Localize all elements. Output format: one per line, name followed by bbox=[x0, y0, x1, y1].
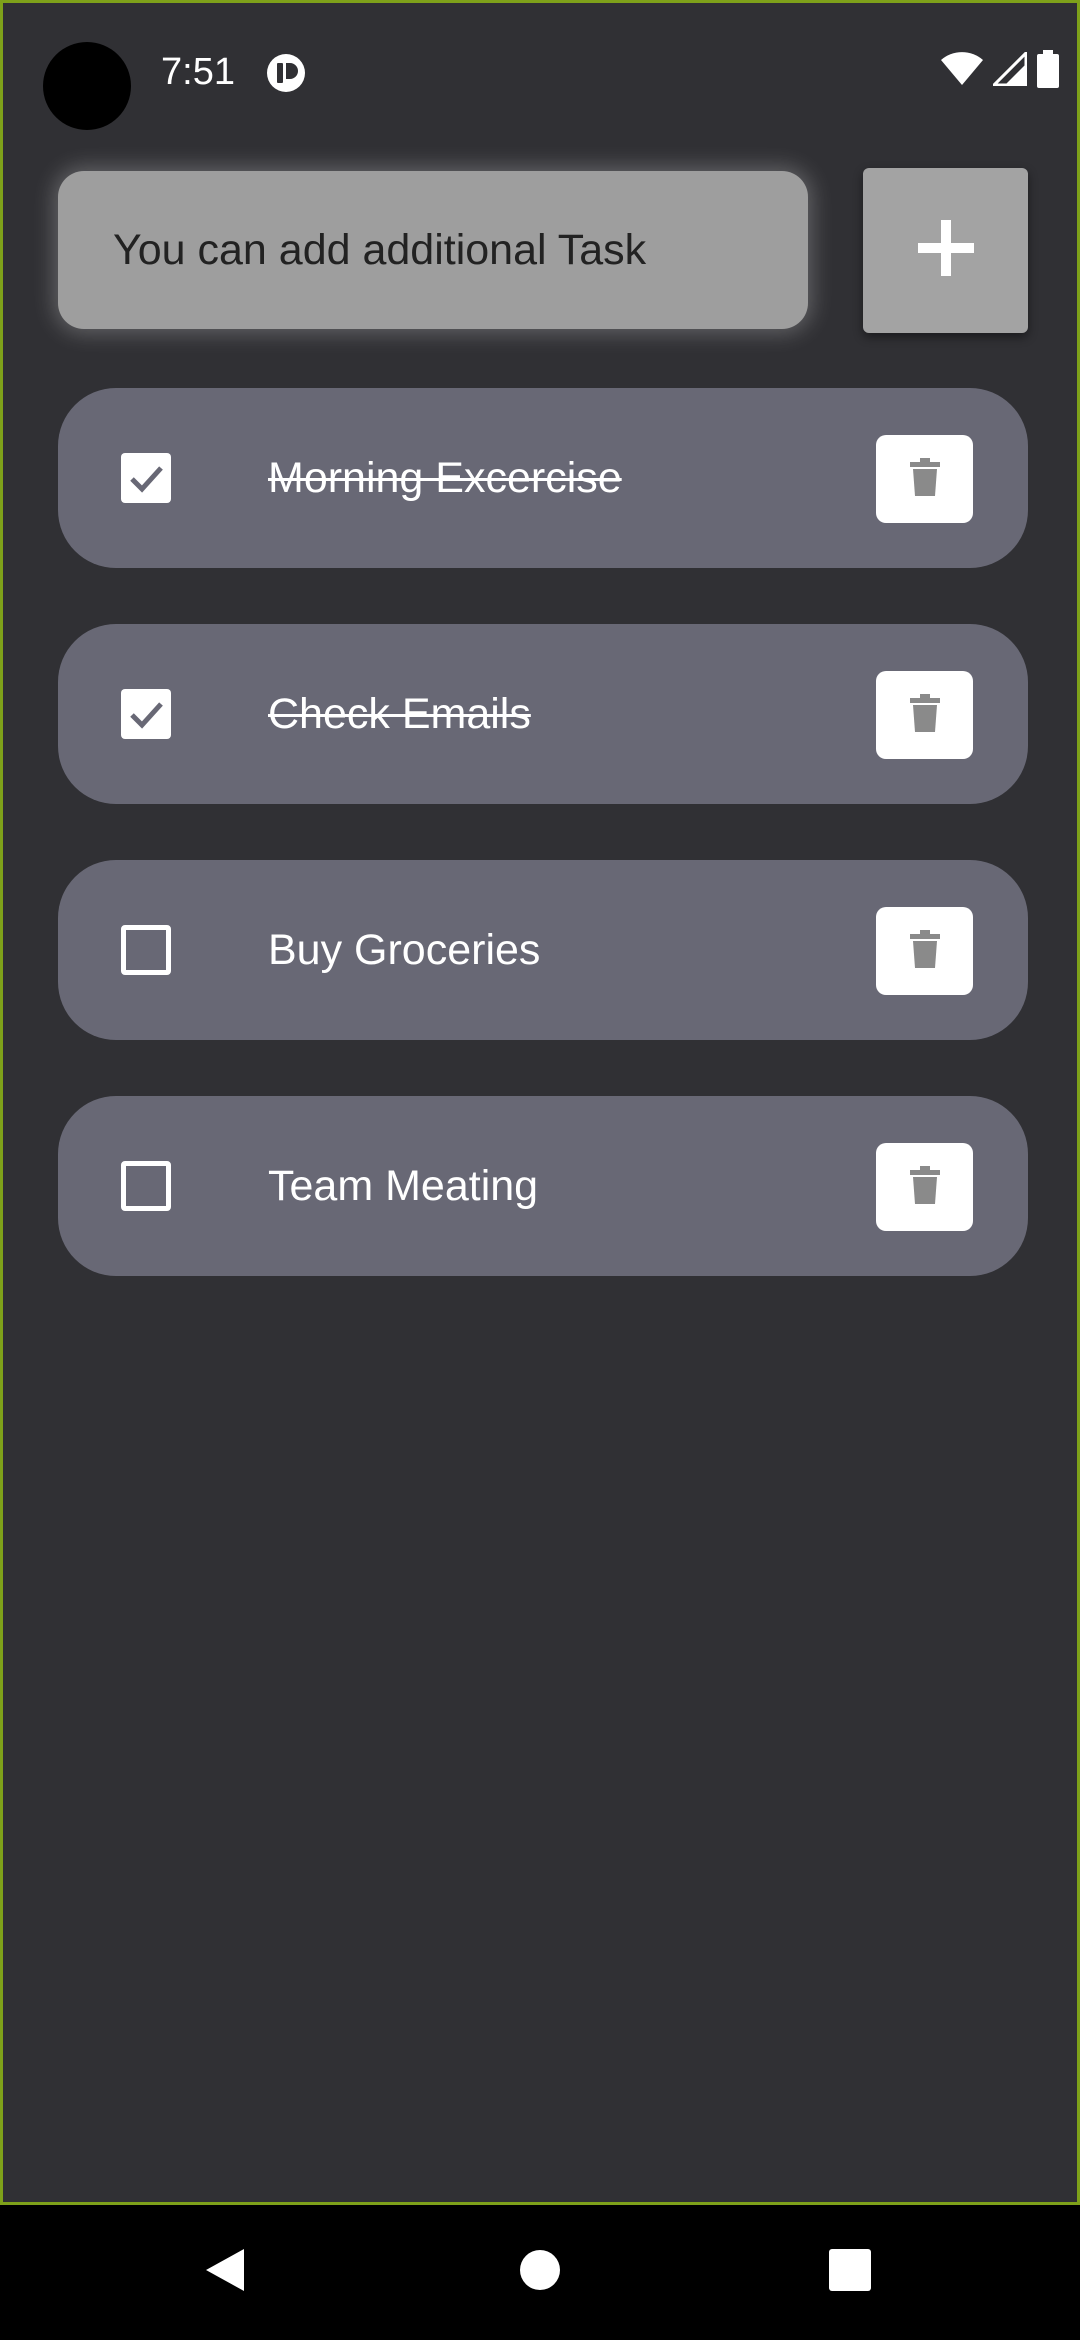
wifi-icon bbox=[941, 51, 983, 91]
task-label: Morning Excercise bbox=[268, 454, 622, 502]
task-checkbox[interactable] bbox=[121, 689, 171, 739]
task-item: Morning Excercise bbox=[58, 388, 1028, 568]
task-checkbox[interactable] bbox=[121, 925, 171, 975]
battery-icon bbox=[1037, 49, 1059, 93]
recents-button[interactable] bbox=[805, 2205, 895, 2340]
check-icon bbox=[130, 702, 163, 729]
plus-icon bbox=[917, 220, 974, 281]
home-button[interactable] bbox=[495, 2205, 585, 2340]
delete-task-button[interactable] bbox=[876, 907, 973, 995]
task-item: Check Emails bbox=[58, 624, 1028, 804]
task-input[interactable] bbox=[58, 171, 808, 329]
trash-icon bbox=[909, 1165, 940, 1209]
task-item: Team Meating bbox=[58, 1096, 1028, 1276]
recents-icon bbox=[829, 2249, 871, 2296]
system-nav-bar bbox=[0, 2205, 1080, 2340]
delete-task-button[interactable] bbox=[876, 1143, 973, 1231]
delete-task-button[interactable] bbox=[876, 435, 973, 523]
task-label: Team Meating bbox=[268, 1162, 539, 1210]
status-time: 7:51 bbox=[161, 51, 235, 93]
task-checkbox[interactable] bbox=[121, 453, 171, 503]
check-icon bbox=[130, 466, 163, 493]
home-icon bbox=[520, 2250, 560, 2295]
app-screen: 7:51 You can add additional Task Morning… bbox=[0, 0, 1080, 2205]
trash-icon bbox=[909, 929, 940, 973]
trash-icon bbox=[909, 457, 940, 501]
trash-icon bbox=[909, 693, 940, 737]
back-button[interactable] bbox=[180, 2205, 270, 2340]
status-icons bbox=[941, 48, 1059, 93]
task-label: Buy Groceries bbox=[268, 926, 541, 974]
back-icon bbox=[204, 2247, 246, 2298]
task-list: Morning Excercise Check Emails Buy Groce… bbox=[58, 388, 1028, 1332]
task-label: Check Emails bbox=[268, 690, 531, 738]
delete-task-button[interactable] bbox=[876, 671, 973, 759]
add-task-button[interactable] bbox=[863, 168, 1028, 333]
cell-signal-icon bbox=[990, 48, 1028, 91]
task-item: Buy Groceries bbox=[58, 860, 1028, 1040]
app-notification-icon bbox=[266, 53, 306, 93]
camera-cutout bbox=[43, 42, 131, 130]
task-checkbox[interactable] bbox=[121, 1161, 171, 1211]
